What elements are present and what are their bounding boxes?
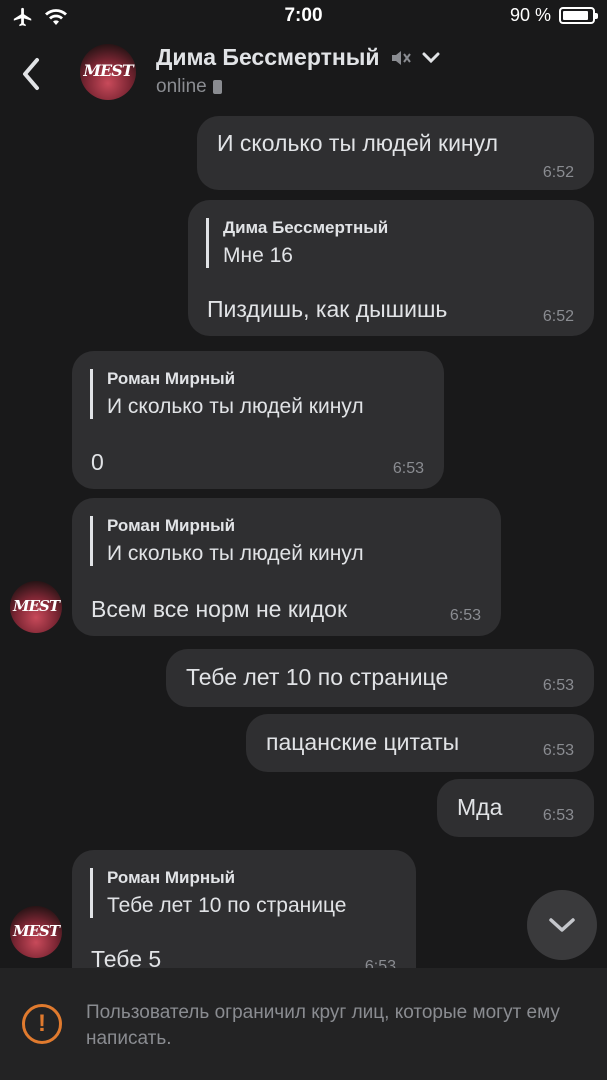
message-time: 6:52 [542, 308, 574, 325]
reply-text: Тебе лет 10 по странице [107, 894, 347, 917]
chevron-down-icon [549, 918, 575, 932]
restriction-notice: ! Пользователь ограничил круг лиц, котор… [0, 968, 607, 1080]
avatar-logo: MEST [12, 596, 60, 615]
avatar-logo: MEST [83, 60, 133, 80]
message-bubble-outgoing[interactable]: Тебе лет 10 по странице 6:53 [166, 649, 594, 707]
message-time: 6:53 [364, 958, 396, 968]
message-bubble-incoming[interactable]: Роман Мирный Тебе лет 10 по странице Теб… [72, 850, 416, 968]
muted-icon [391, 50, 411, 65]
reply-quote[interactable]: Роман Мирный И сколько ты людей кинул [90, 369, 364, 419]
message-bubble-incoming[interactable]: Роман Мирный И сколько ты людей кинул Вс… [72, 498, 501, 636]
message-text: 0 [91, 449, 104, 475]
reply-text: И сколько ты людей кинул [107, 395, 364, 418]
reply-quote[interactable]: Роман Мирный Тебе лет 10 по странице [90, 868, 346, 918]
chat-title: Дима Бессмертный [156, 44, 380, 70]
reply-author: Роман Мирный [107, 868, 236, 887]
reply-author: Роман Мирный [107, 369, 236, 388]
message-time: 6:53 [542, 807, 574, 824]
reply-quote[interactable]: Роман Мирный И сколько ты людей кинул [90, 516, 364, 566]
chat-header: MEST Дима Бессмертный online [0, 34, 607, 114]
message-text: Пиздишь, как дышишь [207, 296, 448, 322]
warning-icon: ! [22, 1004, 62, 1044]
online-status: online [156, 76, 207, 97]
message-text: Тебе лет 10 по странице [186, 664, 449, 690]
avatar[interactable]: MEST [10, 906, 62, 958]
avatar[interactable]: MEST [80, 44, 136, 100]
message-bubble-outgoing[interactable]: Дима Бессмертный Мне 16 Пиздишь, как дыш… [188, 200, 594, 336]
message-bubble-outgoing[interactable]: пацанские цитаты 6:53 [246, 714, 594, 772]
reply-quote[interactable]: Дима Бессмертный Мне 16 [206, 218, 388, 268]
message-time: 6:53 [542, 742, 574, 759]
chevron-left-icon [23, 58, 39, 90]
message-bubble-outgoing[interactable]: И сколько ты людей кинул 6:52 [197, 116, 594, 190]
reply-text: Мне 16 [223, 244, 293, 267]
message-time: 6:53 [449, 607, 481, 624]
message-text: Мда [457, 794, 503, 820]
message-text: Всем все норм не кидок [91, 596, 348, 622]
reply-author: Дима Бессмертный [223, 218, 389, 237]
chat-title-row[interactable]: Дима Бессмертный [156, 44, 440, 71]
message-text: Тебе 5 [91, 946, 162, 968]
message-bubble-outgoing[interactable]: Мда 6:53 [437, 779, 594, 837]
battery-icon [559, 7, 598, 24]
reply-text: И сколько ты людей кинул [107, 542, 364, 565]
avatar-logo: MEST [12, 921, 60, 940]
message-time: 6:52 [542, 164, 574, 181]
back-button[interactable] [14, 52, 48, 96]
mobile-icon [212, 80, 222, 94]
message-time: 6:53 [392, 460, 424, 477]
notice-text: Пользователь ограничил круг лиц, которые… [86, 1002, 560, 1049]
chevron-down-icon[interactable] [422, 52, 440, 64]
message-list[interactable]: И сколько ты людей кинул 6:52 Дима Бессм… [0, 114, 607, 968]
message-time: 6:53 [542, 677, 574, 694]
status-icons-right: 90 % [509, 5, 598, 26]
message-bubble-incoming[interactable]: Роман Мирный И сколько ты людей кинул 0 … [72, 351, 444, 489]
message-text: И сколько ты людей кинул [217, 130, 499, 156]
message-text: пацанские цитаты [266, 729, 460, 755]
status-bar: 7:00 90 % [0, 0, 607, 34]
reply-author: Роман Мирный [107, 516, 236, 535]
chat-status: online [156, 76, 222, 98]
scroll-down-button[interactable] [527, 890, 597, 960]
avatar[interactable]: MEST [10, 581, 62, 633]
battery-percent: 90 % [509, 5, 551, 25]
